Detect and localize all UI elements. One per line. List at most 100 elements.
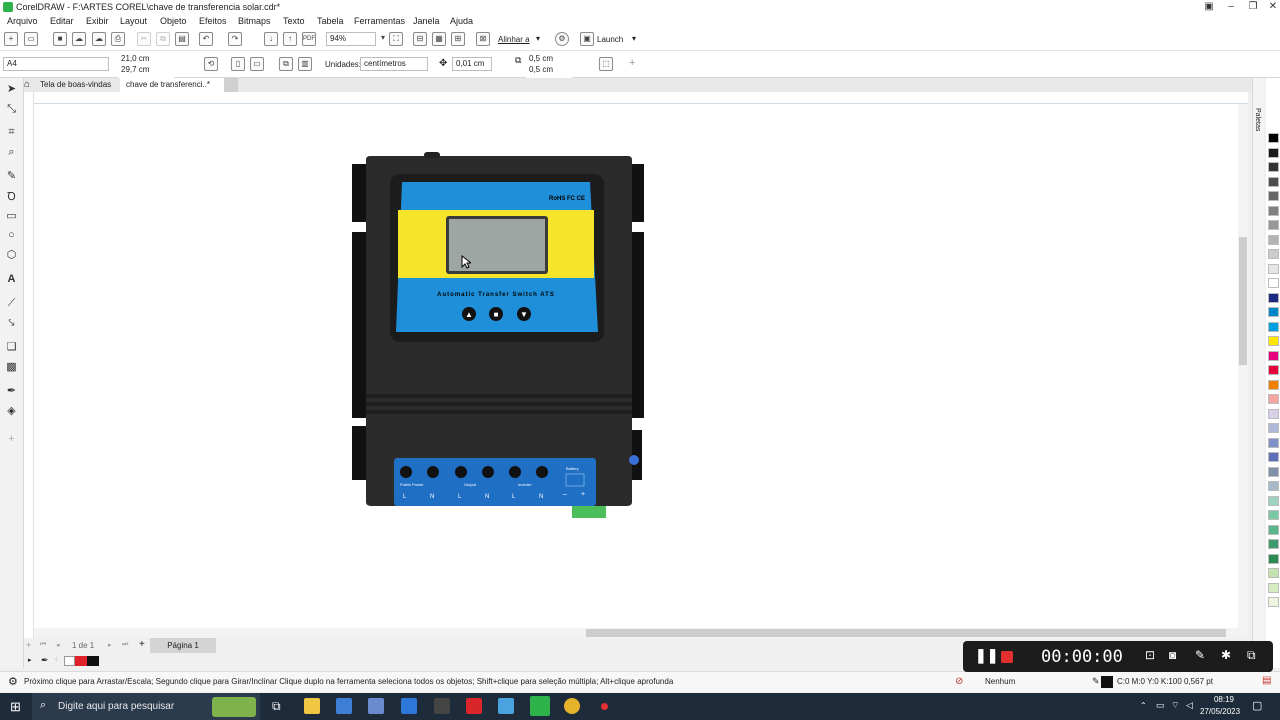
menu-layout[interactable]: Layout bbox=[120, 16, 147, 26]
file-explorer-icon[interactable] bbox=[304, 698, 320, 714]
volume-tray-icon[interactable]: ◁ bbox=[1186, 700, 1193, 711]
settings-icon[interactable]: ✱ bbox=[1221, 648, 1231, 662]
taskbar-time[interactable]: 08:19 bbox=[1206, 695, 1242, 704]
artistic-media-tool-icon[interactable]: Ꝺ bbox=[4, 190, 19, 205]
undo-icon[interactable]: ↶ bbox=[199, 32, 213, 46]
help-icon[interactable]: ▣ bbox=[1198, 0, 1220, 14]
palette-swatch[interactable] bbox=[1268, 147, 1279, 158]
duplicate-y-field[interactable]: 0,5 cm bbox=[526, 64, 572, 78]
palette-swatch[interactable] bbox=[1268, 423, 1279, 433]
show-grid-icon[interactable]: ▦ bbox=[432, 32, 446, 46]
chrome-icon[interactable] bbox=[564, 698, 580, 714]
add-tool-plus-icon[interactable]: + bbox=[4, 432, 19, 447]
palette-swatch[interactable] bbox=[1268, 568, 1279, 578]
battery-tray-icon[interactable]: ▭ bbox=[1156, 700, 1165, 711]
stop-record-icon[interactable] bbox=[1001, 651, 1013, 663]
palette-swatch[interactable] bbox=[1268, 394, 1279, 404]
palette-swatch[interactable] bbox=[1268, 553, 1279, 564]
vertical-scrollbar-thumb[interactable] bbox=[1239, 237, 1247, 365]
palette-swatch[interactable] bbox=[1268, 582, 1279, 593]
pick-tool-arrow-icon[interactable]: ➤ bbox=[4, 82, 19, 97]
rectangle-tool-icon[interactable]: ▭ bbox=[4, 209, 19, 224]
add-property-plus-icon[interactable]: + bbox=[629, 57, 635, 69]
landscape-icon[interactable]: ▭ bbox=[250, 57, 264, 71]
palette-swatch[interactable] bbox=[1268, 437, 1279, 448]
palette-swatch[interactable] bbox=[1268, 162, 1279, 172]
calculator-icon[interactable] bbox=[368, 698, 384, 714]
red-swatch[interactable] bbox=[75, 656, 87, 666]
palette-scroll-left-icon[interactable]: ‹ bbox=[55, 656, 57, 663]
palette-swatch[interactable] bbox=[1268, 321, 1279, 332]
interactive-fill-tool-icon[interactable]: ◈ bbox=[4, 404, 19, 419]
palette-swatch[interactable] bbox=[1268, 365, 1279, 375]
palette-swatch[interactable] bbox=[1268, 176, 1279, 187]
palette-swatch[interactable] bbox=[1268, 466, 1279, 477]
palette-swatch[interactable] bbox=[1268, 220, 1279, 230]
outline-status[interactable]: C:0 M:0 Y:0 K:100 0,567 pt bbox=[1117, 677, 1213, 686]
taskbar-date[interactable]: 27/05/2023 bbox=[1200, 707, 1240, 716]
menu-editar[interactable]: Editar bbox=[50, 16, 74, 26]
tab-current-document[interactable]: chave de transferenci..* bbox=[120, 78, 224, 92]
status-gear-icon[interactable]: ⚙ bbox=[8, 675, 18, 688]
draw-pen-icon[interactable]: ✎ bbox=[1195, 648, 1205, 662]
no-color-swatch[interactable] bbox=[64, 656, 75, 666]
portrait-icon[interactable]: ▯ bbox=[231, 57, 245, 71]
ellipse-tool-icon[interactable]: ○ bbox=[4, 228, 19, 243]
recorder-taskbar-icon[interactable] bbox=[601, 703, 608, 710]
pen-app-icon[interactable] bbox=[434, 698, 450, 714]
add-page-before-plus-icon[interactable]: + bbox=[26, 640, 31, 650]
launch-dropdown[interactable]: Launch bbox=[597, 35, 623, 44]
align-to-dropdown[interactable]: Alinhar a bbox=[498, 35, 530, 44]
first-page-icon[interactable]: ⏮ bbox=[40, 641, 46, 649]
menu-ferramentas[interactable]: Ferramentas bbox=[354, 16, 405, 26]
save-icon[interactable]: ■ bbox=[53, 32, 67, 46]
menu-exibir[interactable]: Exibir bbox=[86, 16, 109, 26]
text-tool-icon[interactable]: A bbox=[4, 272, 19, 287]
eyedropper-icon[interactable]: ✒ bbox=[41, 655, 49, 666]
horizontal-scrollbar-thumb[interactable] bbox=[586, 629, 1226, 637]
cut-icon[interactable]: ✂ bbox=[137, 32, 151, 46]
show-guidelines-icon[interactable]: ⊞ bbox=[451, 32, 465, 46]
vertical-scrollbar[interactable] bbox=[1238, 104, 1248, 628]
cloud-download-icon[interactable]: ☁ bbox=[92, 32, 106, 46]
palette-swatch[interactable] bbox=[1268, 292, 1279, 303]
paletas-docker-tab[interactable]: Paletas bbox=[1254, 108, 1261, 131]
menu-janela[interactable]: Janela bbox=[413, 16, 440, 26]
menu-objeto[interactable]: Objeto bbox=[160, 16, 187, 26]
copy-icon[interactable]: ⧉ bbox=[156, 32, 170, 46]
menu-efeitos[interactable]: Efeitos bbox=[199, 16, 227, 26]
black-swatch[interactable] bbox=[87, 656, 99, 666]
transparency-tool-icon[interactable]: ▩ bbox=[4, 360, 19, 375]
menu-tabela[interactable]: Tabela bbox=[317, 16, 344, 26]
align-chevron-down-icon[interactable]: ▾ bbox=[536, 34, 540, 43]
parallel-dimension-tool-icon[interactable]: ⟋ bbox=[4, 296, 19, 311]
current-page-icon[interactable]: ▥ bbox=[298, 57, 312, 71]
options-gear-icon[interactable]: ⚙ bbox=[555, 32, 569, 46]
close-button[interactable]: ✕ bbox=[1262, 0, 1280, 14]
polygon-tool-icon[interactable]: ⬡ bbox=[4, 248, 19, 263]
palette-swatch[interactable] bbox=[1268, 539, 1279, 549]
last-page-icon[interactable]: ⏭ bbox=[122, 641, 128, 649]
outline-color-swatch[interactable] bbox=[1101, 676, 1113, 688]
home-icon[interactable]: ⌂ bbox=[24, 79, 30, 90]
export-icon[interactable]: ↑ bbox=[283, 32, 297, 46]
palette-swatch[interactable] bbox=[1268, 524, 1279, 535]
snap-icon[interactable]: ⊠ bbox=[476, 32, 490, 46]
palette-swatch[interactable] bbox=[1268, 234, 1279, 245]
print-icon[interactable]: ⎙ bbox=[111, 32, 125, 46]
crop-tool-icon[interactable]: ⌗ bbox=[4, 125, 19, 140]
palette-swatch[interactable] bbox=[1268, 510, 1279, 520]
launch-chevron-down-icon[interactable]: ▾ bbox=[632, 34, 636, 43]
mail-icon[interactable] bbox=[401, 698, 417, 714]
coreldraw-taskbar-icon[interactable] bbox=[530, 696, 550, 716]
palette-swatch[interactable] bbox=[1268, 408, 1279, 419]
palette-swatch[interactable] bbox=[1268, 307, 1279, 317]
orientation-icon[interactable]: ⟲ bbox=[204, 57, 218, 71]
all-pages-icon[interactable]: ⧉ bbox=[279, 57, 293, 71]
palette-swatch[interactable] bbox=[1268, 249, 1279, 259]
menu-texto[interactable]: Texto bbox=[283, 16, 305, 26]
minimize-recorder-icon[interactable]: ⧉ bbox=[1247, 648, 1256, 663]
launch-icon[interactable]: ▣ bbox=[580, 32, 594, 46]
microsoft-store-icon[interactable] bbox=[336, 698, 352, 714]
acrobat-icon[interactable] bbox=[466, 698, 482, 714]
